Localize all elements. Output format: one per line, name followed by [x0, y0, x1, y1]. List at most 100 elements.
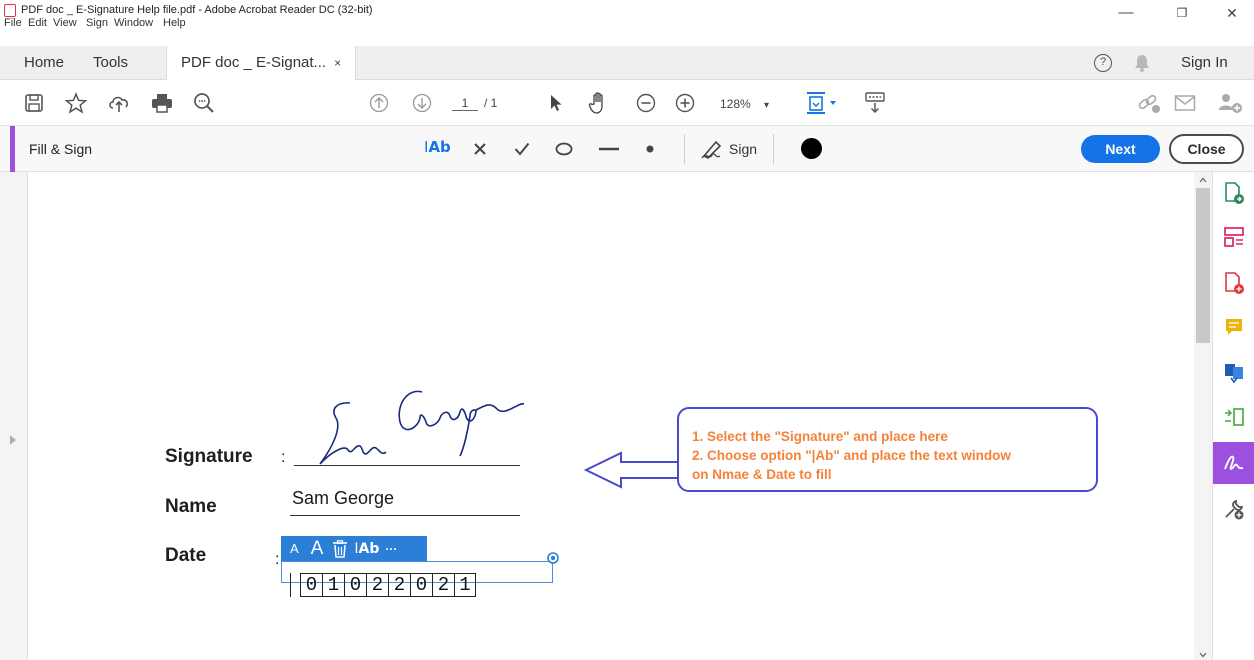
left-panel-collapsed: [0, 172, 28, 660]
sign-in-link[interactable]: Sign In: [1181, 54, 1228, 71]
previous-page-icon[interactable]: [367, 88, 391, 118]
search-icon[interactable]: [192, 88, 216, 118]
zoom-out-icon[interactable]: [634, 88, 658, 118]
signature-label: Signature: [165, 446, 253, 467]
menu-sign[interactable]: Sign: [86, 17, 108, 29]
date-digit: 0: [300, 573, 322, 597]
date-digit: 2: [366, 573, 388, 597]
zoom-level-value: 128%: [720, 97, 751, 111]
menu-edit[interactable]: Edit: [28, 17, 47, 29]
fill-sign-accent-strip: [10, 126, 15, 172]
tab-document[interactable]: PDF doc _ E-Signat... ×: [166, 46, 357, 80]
circle-tool-icon[interactable]: [553, 134, 575, 164]
date-colon: :: [275, 551, 280, 568]
resize-handle-icon[interactable]: [547, 552, 559, 564]
more-options-button[interactable]: ···: [385, 542, 397, 556]
text-mode-button[interactable]: IAb: [354, 541, 379, 557]
menu-view[interactable]: View: [53, 17, 77, 29]
date-digit: 2: [388, 573, 410, 597]
text-caret: [290, 573, 291, 597]
tab-tools[interactable]: Tools: [93, 46, 128, 80]
pen-sign-icon: [701, 140, 722, 159]
minimize-button[interactable]: —: [1106, 2, 1146, 26]
signature-colon: :: [281, 449, 286, 466]
email-icon[interactable]: [1172, 88, 1198, 118]
create-pdf-icon[interactable]: [1213, 262, 1254, 304]
toolbar-divider-2: [773, 134, 774, 164]
chevron-down-icon: ▾: [764, 100, 770, 111]
date-digit: 1: [322, 573, 344, 597]
page-total: / 1: [484, 96, 498, 110]
organize-pages-icon[interactable]: [1213, 216, 1254, 258]
menu-file[interactable]: File: [4, 17, 22, 29]
comment-icon[interactable]: [1213, 306, 1254, 348]
print-icon[interactable]: [150, 88, 174, 118]
text-mode-label: Ab: [358, 540, 380, 557]
bookmark-star-icon[interactable]: [64, 88, 88, 118]
fill-sign-toolbar: Fill & Sign IAb Sign Next Close: [0, 126, 1254, 172]
date-digit: 0: [344, 573, 366, 597]
next-page-icon[interactable]: [410, 88, 434, 118]
callout-arrow: [583, 451, 677, 489]
delete-trash-icon[interactable]: [332, 539, 348, 558]
expand-panel-icon[interactable]: [9, 434, 17, 446]
dot-tool-icon[interactable]: [640, 134, 660, 164]
date-digit: 2: [432, 573, 454, 597]
instruction-callout: 1. Select the "Signature" and place here…: [677, 407, 1098, 492]
close-fill-sign-button[interactable]: Close: [1169, 134, 1244, 164]
cross-mark-tool-icon[interactable]: [470, 134, 490, 164]
main-toolbar: 1 / 1 128% ▾: [0, 80, 1254, 126]
sign-tool-button[interactable]: Sign: [700, 134, 760, 164]
zoom-level-select[interactable]: 128% ▾: [720, 97, 769, 111]
page-number-input[interactable]: 1: [452, 96, 478, 111]
scroll-up-icon[interactable]: [1199, 177, 1207, 183]
help-icon[interactable]: ?: [1094, 54, 1112, 72]
name-field-value[interactable]: Sam George: [292, 488, 394, 509]
menu-help[interactable]: Help: [163, 17, 186, 29]
window-titlebar: PDF doc _ E-Signature Help file.pdf - Ad…: [0, 0, 1254, 30]
add-text-tool[interactable]: IAb: [424, 138, 451, 156]
scroll-mode-icon[interactable]: [862, 88, 888, 118]
fill-sign-icon[interactable]: [1213, 442, 1254, 484]
add-user-icon[interactable]: [1216, 88, 1244, 118]
text-field-toolbar: A A IAb ···: [281, 536, 427, 561]
notifications-bell-icon[interactable]: [1134, 54, 1150, 72]
page-fit-icon[interactable]: [804, 88, 840, 118]
add-text-tool-label: Ab: [428, 138, 451, 156]
tab-close-icon[interactable]: ×: [334, 56, 341, 70]
name-label: Name: [165, 496, 217, 517]
decrease-font-size-button[interactable]: A: [290, 541, 299, 556]
next-button[interactable]: Next: [1081, 135, 1160, 163]
color-picker-dot[interactable]: [801, 138, 822, 159]
checkmark-tool-icon[interactable]: [511, 134, 533, 164]
export-pdf-icon[interactable]: [1213, 172, 1254, 214]
callout-line-2: 2. Choose option "|Ab" and place the tex…: [692, 448, 1011, 463]
restore-button[interactable]: ❐: [1162, 2, 1202, 26]
date-digit: 1: [454, 573, 476, 597]
vertical-scrollbar[interactable]: [1194, 172, 1212, 660]
sign-tool-label: Sign: [729, 141, 758, 157]
cloud-upload-icon[interactable]: [106, 88, 132, 118]
menu-window[interactable]: Window: [114, 17, 153, 29]
close-window-button[interactable]: ✕: [1212, 2, 1252, 26]
date-comb-field[interactable]: 0 1 0 2 2 0 2 1: [300, 573, 476, 597]
fill-sign-title: Fill & Sign: [29, 141, 93, 157]
tab-bar: Home Tools PDF doc _ E-Signat... × ? Sign…: [0, 46, 1254, 80]
date-digit: 0: [410, 573, 432, 597]
tab-home[interactable]: Home: [24, 46, 64, 80]
increase-font-size-button[interactable]: A: [311, 538, 324, 560]
handwritten-signature[interactable]: [300, 378, 530, 468]
more-tools-icon[interactable]: [1213, 488, 1254, 530]
hand-tool-icon[interactable]: [586, 88, 612, 118]
combine-files-icon[interactable]: [1213, 352, 1254, 394]
select-cursor-icon[interactable]: [545, 88, 567, 118]
right-tools-panel: [1212, 172, 1254, 660]
scroll-down-icon[interactable]: [1199, 652, 1207, 658]
line-tool-icon[interactable]: [596, 134, 622, 164]
compress-icon[interactable]: [1213, 396, 1254, 438]
save-icon[interactable]: [22, 88, 46, 118]
share-link-icon[interactable]: [1136, 88, 1162, 118]
date-label: Date: [165, 545, 207, 566]
scrollbar-thumb[interactable]: [1196, 188, 1210, 343]
zoom-in-icon[interactable]: [673, 88, 697, 118]
